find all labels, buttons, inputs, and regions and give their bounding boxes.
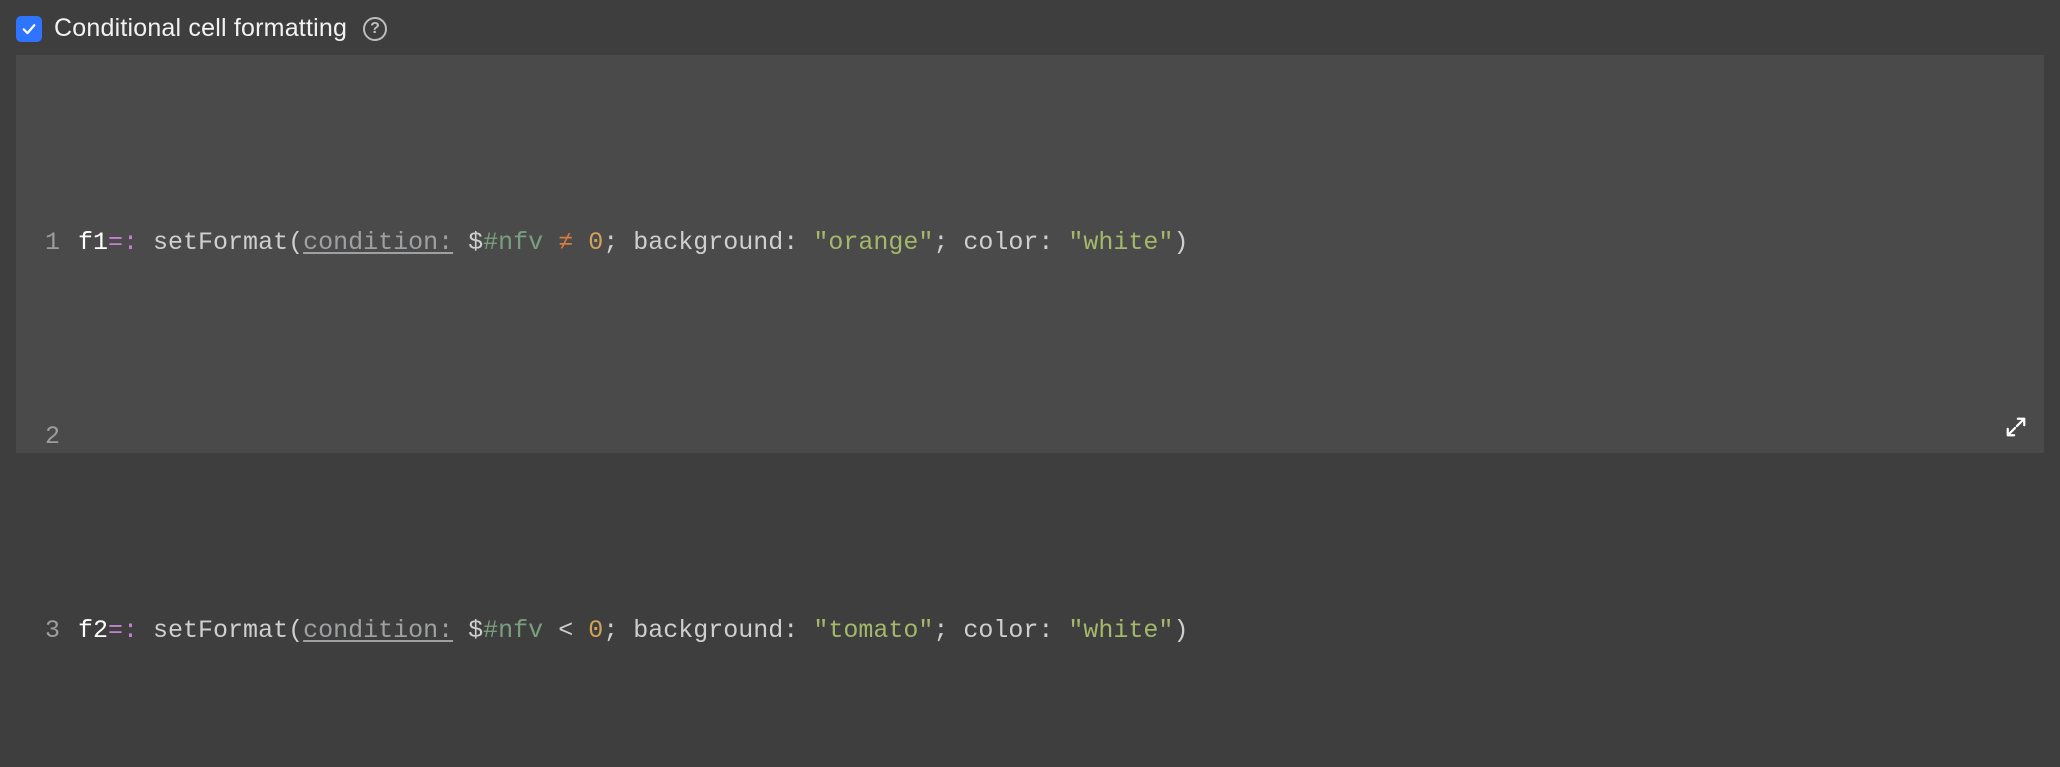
token-special: #nfv <box>483 616 543 645</box>
check-icon <box>20 20 38 38</box>
token-string: "white" <box>1068 616 1173 645</box>
panel-title: Conditional cell formatting <box>54 14 347 43</box>
token-dollar: $ <box>468 616 483 645</box>
token-key: color: <box>963 616 1053 645</box>
token-string: "tomato" <box>813 616 933 645</box>
code-editor-content: 1 f1=: setFormat(condition: $#nfv ≠ 0; b… <box>16 69 2044 767</box>
token-key: color: <box>963 228 1053 257</box>
expand-icon <box>2005 416 2027 438</box>
panel-header: Conditional cell formatting ? <box>16 10 2044 55</box>
code-line: 1 f1=: setFormat(condition: $#nfv ≠ 0; b… <box>16 224 2044 263</box>
code-text: f2=: setFormat(condition: $#nfv < 0; bac… <box>78 612 1188 651</box>
token-key: background: <box>633 228 798 257</box>
token-define: =: <box>108 616 138 645</box>
token-param: condition: <box>303 228 453 257</box>
token-string: "white" <box>1068 228 1173 257</box>
code-editor[interactable]: 1 f1=: setFormat(condition: $#nfv ≠ 0; b… <box>16 55 2044 453</box>
expand-button[interactable] <box>2002 413 2030 441</box>
token-punct: ; <box>603 228 618 257</box>
code-line: 2 <box>16 418 2044 457</box>
help-icon[interactable]: ? <box>363 17 387 41</box>
token-param: condition: <box>303 616 453 645</box>
token-function: setFormat <box>153 616 288 645</box>
token-dollar: $ <box>468 228 483 257</box>
token-number: 0 <box>588 616 603 645</box>
conditional-formatting-panel: Conditional cell formatting ? 1 f1=: set… <box>0 0 2060 467</box>
token-special: #nfv <box>483 228 543 257</box>
token-define: =: <box>108 228 138 257</box>
line-number: 3 <box>16 612 78 651</box>
token-variable: f1 <box>78 228 108 257</box>
token-key: background: <box>633 616 798 645</box>
token-function: setFormat <box>153 228 288 257</box>
token-string: "orange" <box>813 228 933 257</box>
code-text <box>78 418 93 457</box>
enable-checkbox[interactable] <box>16 16 42 42</box>
token-number: 0 <box>588 228 603 257</box>
code-text: f1=: setFormat(condition: $#nfv ≠ 0; bac… <box>78 224 1188 263</box>
token-punct: ) <box>1173 616 1188 645</box>
token-punct: ; <box>933 616 948 645</box>
line-number: 2 <box>16 418 78 457</box>
token-operator: < <box>558 616 573 645</box>
token-punct: ; <box>603 616 618 645</box>
token-variable: f2 <box>78 616 108 645</box>
token-punct: ( <box>288 228 303 257</box>
token-punct: ( <box>288 616 303 645</box>
code-line: 3 f2=: setFormat(condition: $#nfv < 0; b… <box>16 612 2044 651</box>
token-punct: ) <box>1173 228 1188 257</box>
token-operator-ne: ≠ <box>558 228 573 257</box>
token-punct: ; <box>933 228 948 257</box>
line-number: 1 <box>16 224 78 263</box>
